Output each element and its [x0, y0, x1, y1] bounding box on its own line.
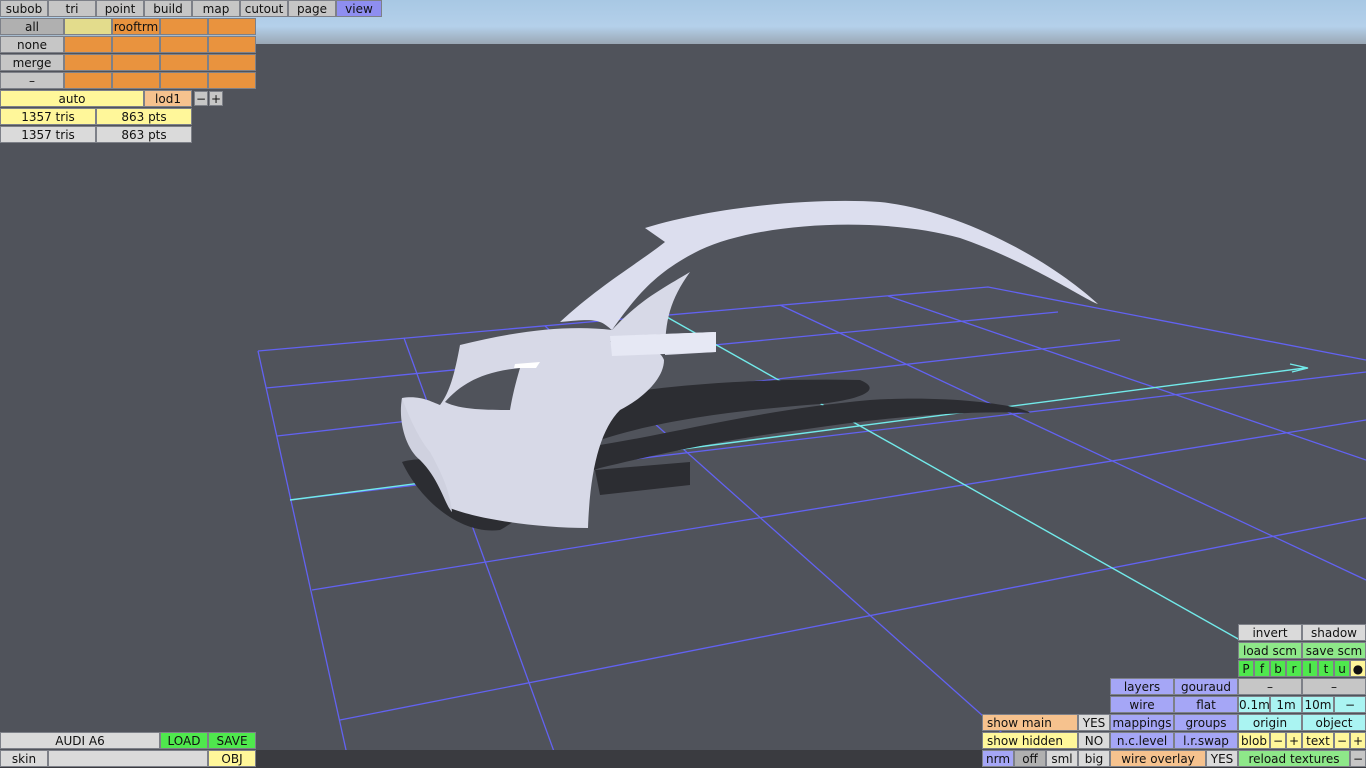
subobject-slot[interactable]	[208, 72, 256, 89]
dash-button-left[interactable]: –	[1238, 678, 1302, 695]
select-all-button[interactable]: all	[0, 18, 64, 35]
shadow-button[interactable]: shadow	[1302, 624, 1366, 641]
normals-off-button[interactable]: off	[1014, 750, 1046, 767]
flag-r-toggle[interactable]: r	[1286, 660, 1302, 677]
subobject-slot[interactable]	[160, 72, 208, 89]
flag-t-toggle[interactable]: t	[1318, 660, 1334, 677]
grid-0-1m-button[interactable]: 0.1m	[1238, 696, 1270, 713]
subobject-slot[interactable]	[160, 18, 208, 35]
nc-level-button[interactable]: n.c.level	[1110, 732, 1174, 749]
save-scm-button[interactable]: save scm	[1302, 642, 1366, 659]
subobject-slot[interactable]	[208, 54, 256, 71]
tab-view[interactable]: view	[336, 0, 382, 17]
flag-b-toggle[interactable]: b	[1270, 660, 1286, 677]
subobject-slot[interactable]	[160, 36, 208, 53]
tab-map[interactable]: map	[192, 0, 240, 17]
lod-level-button[interactable]: lod1	[144, 90, 192, 107]
merge-button[interactable]: merge	[0, 54, 64, 71]
blob-button[interactable]: blob	[1238, 732, 1270, 749]
obj-button[interactable]: OBJ	[208, 750, 256, 767]
tab-point[interactable]: point	[96, 0, 144, 17]
blob-plus-button[interactable]: +	[1286, 732, 1302, 749]
subobject-slot[interactable]	[64, 54, 112, 71]
show-main-value[interactable]: YES	[1078, 714, 1110, 731]
grid-line	[779, 304, 1366, 581]
flat-button[interactable]: flat	[1174, 696, 1238, 713]
subobject-slot[interactable]	[112, 36, 160, 53]
3d-viewport[interactable]	[0, 0, 1366, 768]
subobject-slot[interactable]	[160, 54, 208, 71]
normals-nrm-button[interactable]: nrm	[982, 750, 1014, 767]
normals-big-button[interactable]: big	[1078, 750, 1110, 767]
load-button[interactable]: LOAD	[160, 732, 208, 749]
point-count: 863 pts	[96, 108, 192, 125]
reload-textures-button[interactable]: reload textures	[1238, 750, 1350, 767]
point-count-total: 863 pts	[96, 126, 192, 143]
layers-button[interactable]: layers	[1110, 678, 1174, 695]
dash-button-right[interactable]: –	[1302, 678, 1366, 695]
subobject-slot[interactable]	[64, 36, 112, 53]
show-hidden-toggle[interactable]: show hidden	[982, 732, 1078, 749]
save-button[interactable]: SAVE	[208, 732, 256, 749]
subobject-slot[interactable]	[64, 18, 112, 35]
flag-u-toggle[interactable]: u	[1334, 660, 1350, 677]
reload-minus-button[interactable]: −	[1350, 750, 1366, 767]
lod-auto-button[interactable]: auto	[0, 90, 144, 107]
lod-decrease-button[interactable]: −	[194, 91, 208, 106]
invert-button[interactable]: invert	[1238, 624, 1302, 641]
flag-f-toggle[interactable]: f	[1254, 660, 1270, 677]
subobject-slot[interactable]	[208, 18, 256, 35]
wire-overlay-value[interactable]: YES	[1206, 750, 1238, 767]
model-name-field[interactable]: AUDI A6	[0, 732, 160, 749]
normals-sml-button[interactable]: sml	[1046, 750, 1078, 767]
tri-count: 1357 tris	[0, 108, 96, 125]
text-minus-button[interactable]: −	[1334, 732, 1350, 749]
grid-10m-button[interactable]: 10m	[1302, 696, 1334, 713]
object-button[interactable]: object	[1302, 714, 1366, 731]
subobject-slot[interactable]	[208, 36, 256, 53]
z-axis-line	[664, 315, 1241, 641]
x-axis-arrowhead	[1289, 363, 1309, 373]
lod-increase-button[interactable]: +	[209, 91, 223, 106]
grid-1m-button[interactable]: 1m	[1270, 696, 1302, 713]
tab-subob[interactable]: subob	[0, 0, 48, 17]
tab-build[interactable]: build	[144, 0, 192, 17]
subobject-slot[interactable]	[64, 72, 112, 89]
spoiler-lip	[610, 332, 716, 356]
subobject-slot[interactable]	[112, 72, 160, 89]
skin-field[interactable]	[48, 750, 208, 767]
blob-minus-button[interactable]: −	[1270, 732, 1286, 749]
tab-page[interactable]: page	[288, 0, 336, 17]
tab-tri[interactable]: tri	[48, 0, 96, 17]
subobject-slot[interactable]	[112, 54, 160, 71]
text-plus-button[interactable]: +	[1350, 732, 1366, 749]
skin-label: skin	[0, 750, 48, 767]
show-main-toggle[interactable]: show main	[982, 714, 1078, 731]
lr-swap-button[interactable]: l.r.swap	[1174, 732, 1238, 749]
load-scm-button[interactable]: load scm	[1238, 642, 1302, 659]
collapse-button[interactable]: –	[0, 72, 64, 89]
tab-cutout[interactable]: cutout	[240, 0, 288, 17]
text-button[interactable]: text	[1302, 732, 1334, 749]
dot-toggle[interactable]: ●	[1350, 660, 1366, 677]
subobject-slot-rooftrm[interactable]: rooftrm	[112, 18, 160, 35]
grid-line	[887, 295, 1366, 461]
wire-overlay-toggle[interactable]: wire overlay	[1110, 750, 1206, 767]
flag-l-toggle[interactable]: l	[1302, 660, 1318, 677]
gouraud-button[interactable]: gouraud	[1174, 678, 1238, 695]
select-none-button[interactable]: none	[0, 36, 64, 53]
show-hidden-value[interactable]: NO	[1078, 732, 1110, 749]
origin-button[interactable]: origin	[1238, 714, 1302, 731]
mappings-button[interactable]: mappings	[1110, 714, 1174, 731]
wire-button[interactable]: wire	[1110, 696, 1174, 713]
grid-line	[257, 350, 351, 768]
groups-button[interactable]: groups	[1174, 714, 1238, 731]
flag-p-toggle[interactable]: P	[1238, 660, 1254, 677]
grid-minus-button[interactable]: −	[1334, 696, 1366, 713]
grid-line	[257, 286, 1366, 361]
tri-count-total: 1357 tris	[0, 126, 96, 143]
car-body-model[interactable]	[400, 200, 1098, 528]
